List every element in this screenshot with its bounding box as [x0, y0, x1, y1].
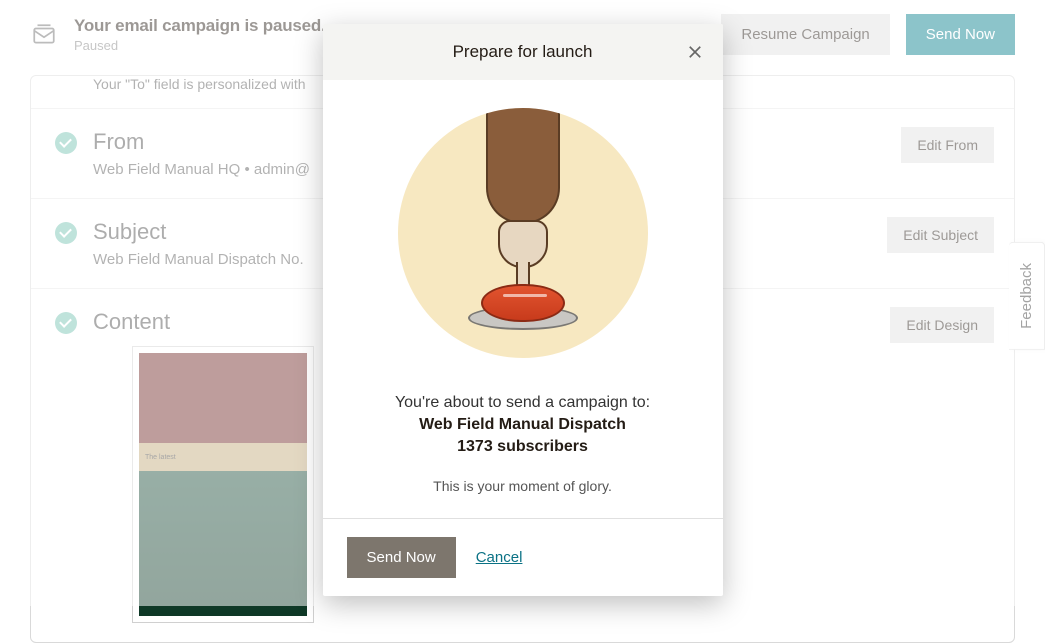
launch-illustration	[398, 108, 648, 358]
modal-line1: You're about to send a campaign to:	[347, 394, 699, 412]
modal-send-button[interactable]: Send Now	[347, 537, 456, 578]
modal-cancel-button[interactable]: Cancel	[476, 549, 523, 566]
modal-header: Prepare for launch	[323, 24, 723, 80]
modal-list-name: Web Field Manual Dispatch	[347, 416, 699, 434]
launch-modal: Prepare for launch You're about to send …	[323, 24, 723, 596]
modal-overlay: Prepare for launch You're about to send …	[0, 0, 1045, 606]
modal-subscribers: 1373 subscribers	[347, 438, 699, 456]
modal-title: Prepare for launch	[453, 42, 593, 61]
close-icon[interactable]	[681, 38, 709, 66]
modal-glory: This is your moment of glory.	[347, 478, 699, 494]
